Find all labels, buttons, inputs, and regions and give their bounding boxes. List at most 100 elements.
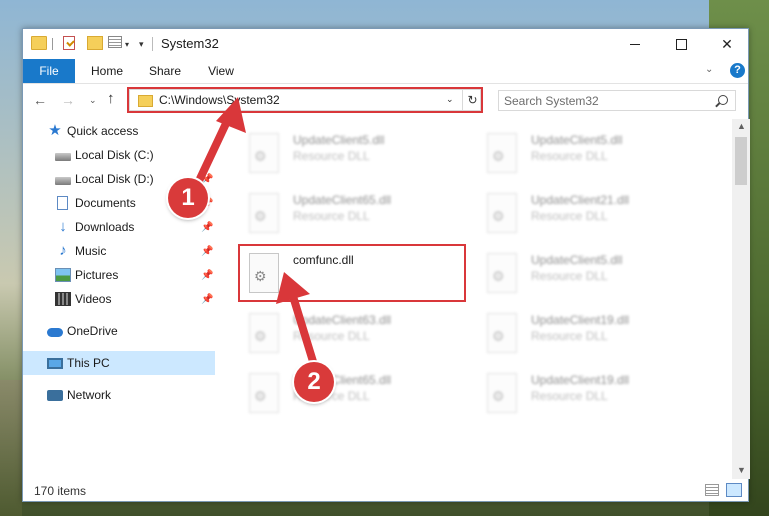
videos-icon [55, 292, 71, 306]
close-button[interactable]: ✕ [704, 29, 750, 59]
sidebar-item-label: Music [75, 244, 107, 258]
sidebar-item-label: Local Disk (D:) [75, 172, 154, 186]
file-name: UpdateClient19.dll [531, 313, 630, 327]
minimize-button[interactable] [612, 29, 658, 59]
dll-file-icon [249, 253, 279, 293]
file-item[interactable]: UpdateClient5.dll Resource DLL [481, 127, 707, 183]
file-name: UpdateClient21.dll [531, 193, 630, 207]
file-type: Resource DLL [293, 149, 370, 163]
file-name: comfunc.dll [293, 253, 354, 267]
search-icon [718, 95, 728, 105]
sidebar-item-label: Documents [75, 196, 136, 210]
address-path[interactable]: C:\Windows\System32 [159, 93, 280, 107]
maximize-icon [675, 38, 687, 50]
file-name: UpdateClient5.dll [531, 253, 623, 267]
pin-icon[interactable]: 📌 [201, 294, 213, 305]
pin-icon[interactable]: 📌 [201, 222, 213, 233]
sidebar-item-label: Quick access [67, 124, 139, 138]
file-type: Resource DLL [531, 209, 608, 223]
pin-icon[interactable]: 📌 [201, 270, 213, 281]
sidebar-item-label: Pictures [75, 268, 119, 282]
sidebar-item-network[interactable]: Network [23, 383, 215, 407]
address-bar[interactable]: C:\Windows\System32 ⌄ ↻ [129, 89, 481, 111]
sidebar-item-label: Network [67, 388, 112, 402]
pin-icon[interactable]: 📌 [201, 246, 213, 257]
details-view-icon[interactable] [705, 484, 719, 496]
scrollbar-thumb[interactable] [735, 137, 747, 185]
window-title: System32 [161, 36, 219, 51]
search-input[interactable]: Search System32 [498, 90, 736, 111]
file-item-comfunc[interactable]: comfunc.dll [243, 247, 469, 303]
scroll-up-icon[interactable]: ▲ [737, 121, 746, 131]
sidebar-item-label: OneDrive [67, 324, 118, 338]
sidebar-item-label: Local Disk (C:) [75, 148, 154, 162]
documents-icon [57, 196, 68, 210]
status-bar: 170 items [23, 479, 748, 501]
dll-file-icon [487, 133, 517, 173]
step-badge-2: 2 [294, 362, 334, 402]
file-name: UpdateClient65.dll [293, 193, 392, 207]
file-name: UpdateClient5.dll [293, 133, 385, 147]
sidebar-item-quick-access[interactable]: ★ Quick access [23, 119, 215, 143]
expand-ribbon-icon[interactable]: ⌄ [705, 64, 713, 75]
sidebar-item-label: Videos [75, 292, 112, 306]
ribbon: File Home Share View ⌄ ? [23, 59, 748, 84]
title-divider [152, 37, 153, 51]
scroll-down-icon[interactable]: ▼ [737, 465, 746, 475]
file-item[interactable]: UpdateClient63.dll Resource DLL [243, 307, 469, 363]
navigation-pane: ★ Quick access Local Disk (C:) Local Dis… [23, 119, 215, 479]
file-item[interactable]: UpdateClient21.dll Resource DLL [481, 187, 707, 243]
large-icons-view-icon[interactable] [726, 483, 742, 497]
file-item[interactable]: UpdateClient5.dll Resource DLL [481, 247, 707, 303]
tab-share[interactable]: Share [141, 59, 189, 83]
sidebar-item-this-pc[interactable]: This PC [23, 351, 215, 375]
file-item[interactable]: UpdateClient19.dll Resource DLL [481, 367, 707, 423]
sidebar-item-videos[interactable]: Videos 📌 [23, 287, 215, 311]
back-arrow-icon[interactable]: ← [33, 92, 47, 108]
recent-locations-chevron-icon[interactable]: ⌄ [89, 95, 97, 106]
properties-icon[interactable] [63, 36, 75, 50]
vertical-scrollbar[interactable]: ▲ ▼ [732, 119, 750, 479]
file-type: Resource DLL [293, 209, 370, 223]
file-type: Resource DLL [531, 149, 608, 163]
address-dropdown-icon[interactable]: ⌄ [446, 94, 454, 105]
refresh-icon[interactable]: ↻ [462, 90, 482, 110]
file-type: Resource DLL [293, 329, 370, 343]
file-list: UpdateClient5.dll Resource DLL UpdateCli… [239, 119, 731, 479]
file-item[interactable]: UpdateClient5.dll Resource DLL [243, 127, 469, 183]
forward-arrow-icon[interactable]: → [61, 92, 75, 108]
dll-file-icon [249, 193, 279, 233]
customize-icon[interactable] [108, 36, 122, 48]
sidebar-item-downloads[interactable]: ↓ Downloads 📌 [23, 215, 215, 239]
file-item[interactable]: UpdateClient65.dll Resource DLL [243, 367, 469, 423]
dll-file-icon [249, 373, 279, 413]
tab-view[interactable]: View [197, 59, 245, 83]
sidebar-item-pictures[interactable]: Pictures 📌 [23, 263, 215, 287]
quick-access-toolbar-dropdown-icon[interactable]: ▾ [139, 36, 144, 52]
pictures-icon [55, 268, 71, 282]
help-icon[interactable]: ? [730, 63, 745, 78]
file-explorer-window: ▾ ▾ System32 ✕ File Home Share View ⌄ ? … [22, 28, 750, 502]
dll-file-icon [487, 253, 517, 293]
close-icon: ✕ [721, 35, 733, 52]
new-folder-icon[interactable] [87, 36, 103, 50]
file-item[interactable]: UpdateClient65.dll Resource DLL [243, 187, 469, 243]
file-type: Resource DLL [531, 269, 608, 283]
minimize-icon [630, 43, 640, 45]
sidebar-item-music[interactable]: ♪ Music 📌 [23, 239, 215, 263]
tab-file[interactable]: File [23, 59, 75, 83]
maximize-button[interactable] [658, 29, 704, 59]
file-item[interactable]: UpdateClient19.dll Resource DLL [481, 307, 707, 363]
up-arrow-icon[interactable]: ↑ [107, 90, 115, 107]
tab-home[interactable]: Home [83, 59, 131, 83]
sidebar-item-local-disk-c[interactable]: Local Disk (C:) [23, 143, 215, 167]
customize-dropdown-icon[interactable]: ▾ [125, 36, 129, 52]
dll-file-icon [249, 313, 279, 353]
onedrive-icon [47, 327, 63, 337]
sidebar-item-label: Downloads [75, 220, 135, 234]
pin-icon[interactable]: 📌 [201, 174, 213, 185]
navigation-bar: ← → ⌄ ↑ C:\Windows\System32 ⌄ ↻ Search S… [23, 84, 748, 118]
file-name: UpdateClient63.dll [293, 313, 392, 327]
sidebar-item-onedrive[interactable]: OneDrive [23, 319, 215, 343]
sidebar-item-label: This PC [67, 356, 110, 370]
